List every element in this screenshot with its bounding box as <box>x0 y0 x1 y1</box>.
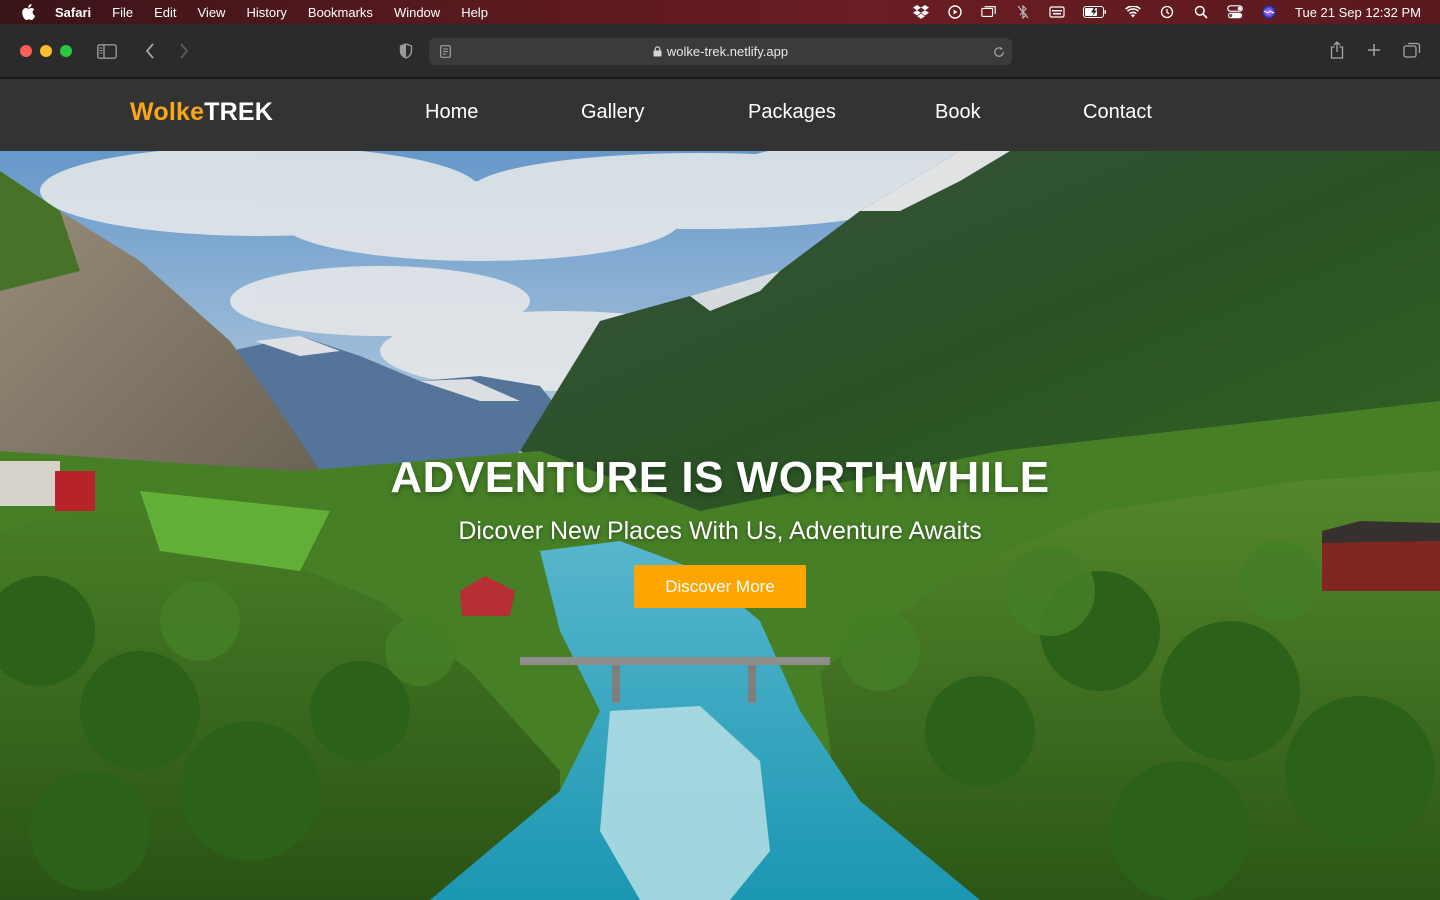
screens-icon[interactable] <box>981 4 997 20</box>
macos-menu-bar: Safari File Edit View History Bookmarks … <box>0 0 1440 24</box>
hero-title: ADVENTURE IS WORTHWHILE <box>390 453 1050 502</box>
hero-subtitle: Dicover New Places With Us, Adventure Aw… <box>458 517 982 545</box>
nav-home[interactable]: Home <box>425 101 478 124</box>
privacy-shield-icon[interactable] <box>397 41 415 61</box>
minimize-window-button[interactable] <box>40 45 52 57</box>
tab-overview-icon[interactable] <box>1401 40 1423 60</box>
sidebar-toggle-icon[interactable] <box>96 41 118 61</box>
apple-menu-icon[interactable] <box>21 4 37 20</box>
discover-more-button[interactable]: Discover More <box>634 565 806 608</box>
forward-icon[interactable] <box>176 41 192 61</box>
bluetooth-off-icon[interactable] <box>1015 4 1031 20</box>
menu-window[interactable]: Window <box>394 5 440 20</box>
url-text: wolke-trek.netlify.app <box>666 44 789 59</box>
menu-view[interactable]: View <box>198 5 226 20</box>
wifi-icon[interactable] <box>1125 4 1141 20</box>
menu-history[interactable]: History <box>246 5 286 20</box>
site-logo[interactable]: WolkeTREK <box>130 98 273 127</box>
menu-file[interactable]: File <box>112 5 133 20</box>
battery-charging-icon[interactable] <box>1083 4 1107 20</box>
search-icon[interactable] <box>1193 4 1209 20</box>
menu-app-name[interactable]: Safari <box>55 5 91 20</box>
menu-bookmarks[interactable]: Bookmarks <box>308 5 373 20</box>
fullscreen-window-button[interactable] <box>60 45 72 57</box>
reload-icon[interactable] <box>992 44 1006 59</box>
lock-icon <box>653 46 662 57</box>
nav-contact[interactable]: Contact <box>1083 101 1152 124</box>
back-icon[interactable] <box>142 41 158 61</box>
dropbox-icon[interactable] <box>913 4 929 20</box>
play-circle-icon[interactable] <box>947 4 963 20</box>
keyboard-icon[interactable] <box>1049 4 1065 20</box>
nav-book[interactable]: Book <box>935 101 981 124</box>
share-icon[interactable] <box>1327 39 1347 61</box>
nav-packages[interactable]: Packages <box>748 101 836 124</box>
browser-toolbar: wolke-trek.netlify.app <box>0 24 1440 78</box>
control-center-icon[interactable] <box>1227 4 1243 20</box>
nav-gallery[interactable]: Gallery <box>581 101 644 124</box>
menu-help[interactable]: Help <box>461 5 488 20</box>
time-machine-icon[interactable] <box>1159 4 1175 20</box>
menu-edit[interactable]: Edit <box>154 5 176 20</box>
menu-clock[interactable]: Tue 21 Sep 12:32 PM <box>1295 5 1421 20</box>
url-display[interactable]: wolke-trek.netlify.app <box>429 38 1012 65</box>
site-header: WolkeTREK Home Gallery Packages Book Con… <box>0 79 1440 151</box>
address-bar[interactable]: wolke-trek.netlify.app <box>429 38 1012 65</box>
hero-section: ADVENTURE IS WORTHWHILE Dicover New Plac… <box>0 151 1440 900</box>
new-tab-icon[interactable] <box>1364 40 1384 60</box>
siri-icon[interactable] <box>1261 4 1277 20</box>
close-window-button[interactable] <box>20 45 32 57</box>
